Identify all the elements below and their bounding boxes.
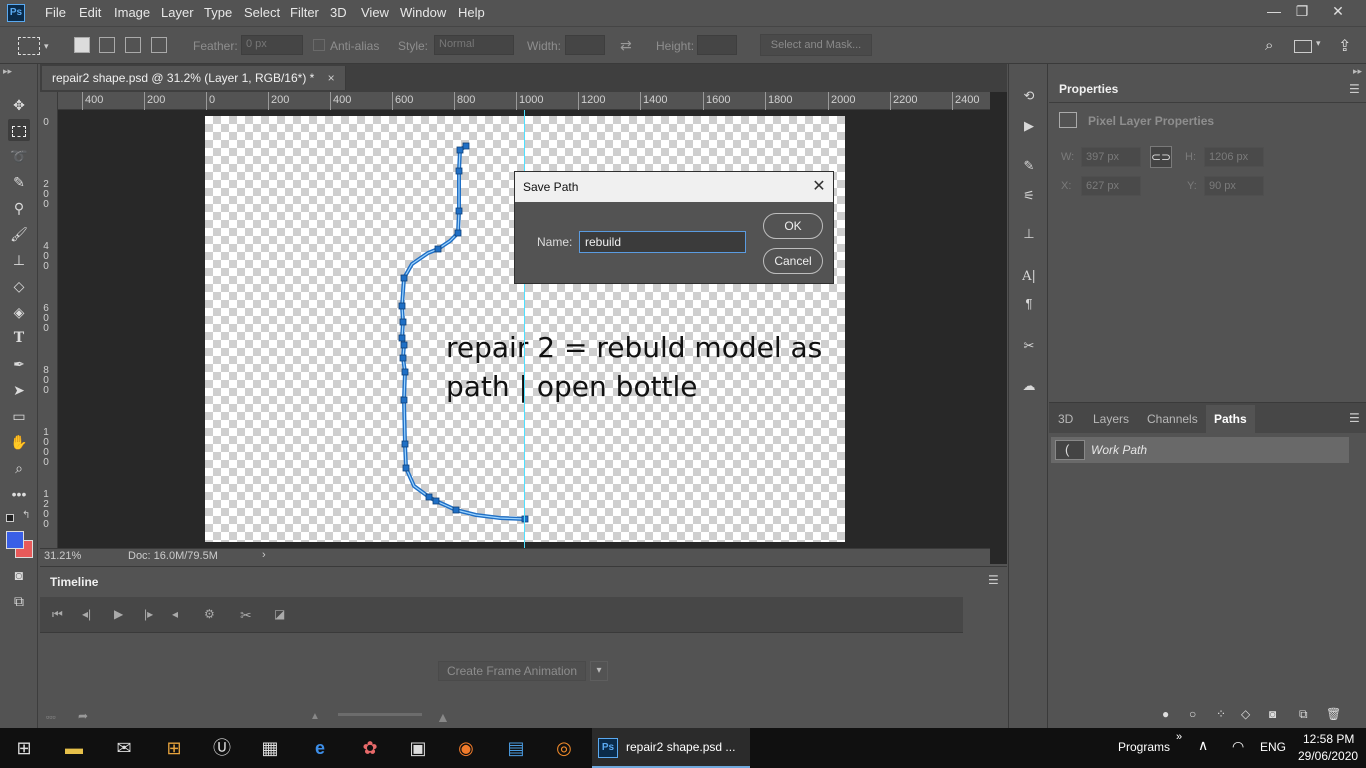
w-label: W: [1061, 151, 1075, 163]
path-thumbnail: ( [1055, 440, 1085, 460]
pixel-layer-properties-title: Pixel Layer Properties [1088, 114, 1215, 128]
fill-path-icon[interactable]: ● [1162, 707, 1169, 721]
play-icon[interactable]: ▶ [114, 607, 123, 621]
timeline-controls: ⏮ ◂| ▶ |▸ ◂ ⚙ ✂ ◪ [40, 597, 963, 633]
save-path-dialog: Save Path ✕ Name: OK Cancel [514, 171, 834, 284]
timeline-tab[interactable]: Timeline [42, 569, 107, 595]
tray-up-icon[interactable]: ∧ [1198, 737, 1208, 754]
zoom-level[interactable]: 31.21% [44, 550, 81, 562]
x-field[interactable]: 627 px [1081, 176, 1141, 196]
divider [1049, 102, 1366, 103]
chevron-icon[interactable]: » [1176, 731, 1182, 743]
audio-icon[interactable]: ◂ [172, 607, 178, 621]
programs-toolbar[interactable]: Programs [1118, 740, 1170, 754]
clock-time[interactable]: 12:58 PM [1303, 732, 1354, 746]
trash-icon[interactable]: 🗑 [1326, 707, 1341, 721]
tab-paths[interactable]: Paths [1206, 405, 1255, 433]
history-icon[interactable]: ⟲ [1019, 86, 1039, 106]
mail-icon[interactable]: ✉ [110, 734, 138, 762]
prev-frame-icon[interactable]: ◂| [82, 607, 91, 621]
taskbar-photoshop-button[interactable]: Ps repair2 shape.psd ... [592, 728, 750, 768]
scissors-icon[interactable]: ✂ [240, 607, 252, 624]
wifi-icon[interactable]: ◠ [1232, 738, 1244, 755]
ok-button[interactable]: OK [763, 213, 823, 239]
clock-date[interactable]: 29/06/2020 [1298, 749, 1358, 763]
timeline-zoom-slider[interactable] [338, 713, 422, 716]
canvas-text-layer[interactable]: repair 2 = rebuld model as path | open b… [446, 328, 826, 406]
panel-menu-icon[interactable]: ☰ [988, 573, 999, 587]
dialog-title: Save Path [515, 172, 833, 202]
link-icon[interactable]: ⊂⊃ [1150, 146, 1172, 168]
new-path-icon[interactable]: ⧉ [1299, 707, 1308, 722]
store-icon[interactable]: ⊞ [160, 734, 188, 762]
dialog-close-icon[interactable]: ✕ [805, 172, 833, 202]
actions-play-icon[interactable]: ▶ [1019, 116, 1039, 136]
create-frame-animation-button[interactable]: Create Frame Animation [438, 661, 586, 681]
frames-icon[interactable]: ▫▫▫ [46, 712, 56, 722]
zoom-out-icon[interactable]: ▲ [310, 711, 320, 722]
settings-gear-icon[interactable]: ⚙ [204, 607, 215, 621]
tab-channels[interactable]: Channels [1139, 405, 1206, 433]
cancel-button[interactable]: Cancel [763, 248, 823, 274]
character-icon[interactable]: A| [1019, 267, 1039, 287]
path-item[interactable]: ( Work Path [1051, 437, 1349, 463]
libraries-icon[interactable]: ☁ [1019, 376, 1039, 396]
control-panel-icon[interactable]: ▣ [404, 734, 432, 762]
panel-menu-icon[interactable]: ☰ [1349, 82, 1360, 96]
adjustments-icon[interactable]: ⚟ [1019, 186, 1039, 206]
paths-panel: 3D Layers Channels Paths ☰ ( Work Path ●… [1049, 402, 1366, 728]
panel-icon-strip: ⟲ ▶ ✎ ⚟ ⊥ A| ¶ ✂ ☁ [1008, 64, 1048, 728]
properties-panel: Properties ☰ Pixel Layer Properties W: 3… [1049, 76, 1366, 398]
tool-presets-icon[interactable]: ✂ [1019, 336, 1039, 356]
windows-start-icon[interactable]: ⊞ [10, 734, 38, 762]
path-name-input[interactable] [579, 231, 746, 253]
status-bar: 31.21% Doc: 16.0M/79.5M › [40, 548, 990, 564]
add-mask-icon[interactable]: ◙ [1269, 707, 1276, 721]
firefox-icon[interactable]: ◉ [452, 734, 480, 762]
clone-source-icon[interactable]: ⊥ [1019, 224, 1039, 244]
document-size: Doc: 16.0M/79.5M [128, 550, 218, 562]
load-selection-icon[interactable]: ⁘ [1216, 707, 1226, 721]
pixel-layer-icon [1059, 112, 1077, 128]
unreal-engine-icon[interactable]: Ⓤ [208, 734, 236, 762]
next-frame-icon[interactable]: |▸ [144, 607, 153, 621]
brush-settings-icon[interactable]: ✎ [1019, 156, 1039, 176]
transition-icon[interactable]: ◪ [274, 607, 285, 621]
y-label: Y: [1187, 180, 1197, 192]
name-label: Name: [537, 235, 573, 249]
file-explorer-icon[interactable]: ▬ [60, 734, 88, 762]
stroke-path-icon[interactable]: ○ [1189, 707, 1196, 721]
taskbar-app-title: repair2 shape.psd ... [626, 740, 736, 754]
blender-icon[interactable]: ◎ [550, 734, 578, 762]
taskbar: ⊞ ▬ ✉ ⊞ Ⓤ ▦ e ✿ ▣ ◉ ▤ ◎ Ps repair2 shape… [0, 728, 1366, 768]
edge-icon[interactable]: e [306, 734, 334, 762]
tab-3d[interactable]: 3D [1050, 405, 1081, 433]
first-frame-icon[interactable]: ⏮ [52, 607, 63, 622]
panel-menu-icon[interactable]: ☰ [1349, 411, 1360, 425]
h-label: H: [1185, 151, 1196, 163]
width-field[interactable]: 397 px [1081, 147, 1141, 167]
status-menu-arrow-icon[interactable]: › [262, 549, 266, 561]
calendar-icon[interactable]: ▦ [256, 734, 284, 762]
paint-icon[interactable]: ✿ [356, 734, 384, 762]
app-icon[interactable]: ▤ [502, 734, 530, 762]
convert-icon[interactable]: ➦ [78, 709, 88, 723]
language-indicator[interactable]: ENG [1260, 740, 1286, 754]
x-label: X: [1061, 180, 1072, 192]
path-name[interactable]: Work Path [1091, 437, 1147, 463]
make-path-icon[interactable]: ◇ [1241, 707, 1250, 721]
zoom-in-icon[interactable]: ▲ [436, 709, 450, 725]
chevron-down-icon[interactable]: ▾ [590, 661, 608, 681]
paragraph-icon[interactable]: ¶ [1019, 294, 1039, 314]
height-field[interactable]: 1206 px [1204, 147, 1264, 167]
tab-layers[interactable]: Layers [1085, 405, 1137, 433]
properties-tab[interactable]: Properties [1051, 76, 1127, 102]
photoshop-icon: Ps [598, 738, 618, 758]
y-field[interactable]: 90 px [1204, 176, 1264, 196]
timeline-panel: Timeline ☰ ⏮ ◂| ▶ |▸ ◂ ⚙ ✂ ◪ Create Fram… [40, 566, 1007, 728]
